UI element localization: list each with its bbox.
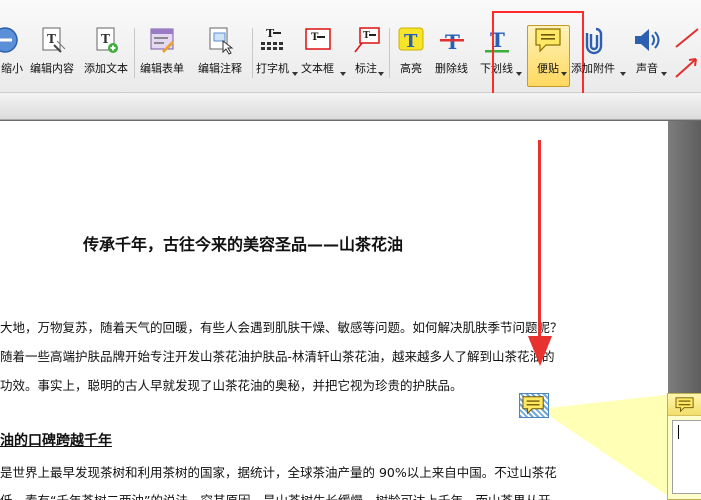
paragraph-line: 随着一些高端护肤品牌开始专注开发山茶花油护肤品-林清轩山茶花油，越来越多人了解到… — [0, 349, 555, 364]
typewriter-label: 打字机 — [256, 62, 289, 75]
sound-dropdown-icon[interactable] — [661, 72, 667, 76]
callout-label: 标注 — [355, 62, 377, 75]
toolbar-separator — [134, 28, 135, 78]
callout-dropdown-icon[interactable] — [378, 72, 384, 76]
paragraph-line: 大地，万物复苏，随着天气的回暖，有些人会遇到肌肤干燥、敏感等问题。如何解决肌肤季… — [0, 320, 563, 335]
sound-button[interactable]: 声音 — [632, 25, 662, 77]
text-box-icon: T — [304, 28, 331, 50]
sticky-note-connector-beam — [548, 394, 674, 500]
edit-annotation-icon — [209, 27, 234, 55]
edit-content-icon: T — [42, 27, 66, 53]
edit-annotation-label: 编辑注释 — [198, 62, 242, 75]
zoom-out-button[interactable]: 缩小 — [0, 25, 23, 77]
add-text-label: 添加文本 — [84, 62, 128, 75]
section-heading: 油的口碑跨越千年 — [0, 433, 112, 449]
strikethrough-icon: T — [439, 30, 464, 54]
highlight-label: 高亮 — [400, 62, 422, 75]
edit-content-button[interactable]: T 编辑内容 — [30, 25, 74, 77]
line-tool-icon[interactable] — [672, 25, 701, 85]
add-text-icon: T — [96, 27, 118, 53]
sticky-note-popup[interactable] — [667, 393, 701, 500]
sticky-note-popup-header[interactable] — [668, 394, 701, 416]
typewriter-icon: T — [260, 27, 283, 50]
toolbar: 缩小 T 编辑内容 T 添加文本 编辑表单 编辑注释 T 打字机 T 文本框 T… — [0, 0, 701, 111]
sticky-note-icon — [522, 396, 544, 415]
callout-button[interactable]: T 标注 — [351, 25, 381, 77]
text-box-button[interactable]: T 文本框 — [301, 25, 334, 77]
sound-icon — [635, 29, 660, 51]
toolbar-separator — [252, 28, 253, 78]
text-box-label: 文本框 — [301, 62, 334, 75]
text-cursor — [678, 425, 679, 439]
text-box-dropdown-icon[interactable] — [340, 72, 346, 76]
add-text-button[interactable]: T 添加文本 — [84, 25, 128, 77]
svg-text:T: T — [363, 31, 370, 41]
red-arrow-annotation — [528, 140, 552, 366]
strikethrough-button[interactable]: T 删除线 — [435, 25, 468, 77]
attachment-icon — [585, 27, 603, 55]
svg-text:T: T — [47, 32, 56, 46]
edit-form-icon — [150, 28, 174, 53]
svg-text:T: T — [101, 32, 110, 46]
typewriter-button[interactable]: T 打字机 — [256, 25, 289, 77]
sticky-note-icon — [675, 397, 694, 413]
callout-icon: T — [354, 27, 380, 53]
typewriter-dropdown-icon[interactable] — [292, 72, 298, 76]
edit-annotation-button[interactable]: 编辑注释 — [198, 25, 242, 77]
strikethrough-label: 删除线 — [435, 62, 468, 75]
svg-text:T: T — [404, 31, 418, 52]
edit-content-label: 编辑内容 — [30, 62, 74, 75]
attachment-label: 添加附件 — [571, 62, 615, 75]
svg-text:T: T — [445, 30, 460, 54]
edit-form-button[interactable]: 编辑表单 — [140, 25, 184, 77]
paragraph-line: 功效。事实上，聪明的古人早就发现了山茶花油的奥秘，并把它视为珍贵的护肤品。 — [0, 378, 463, 393]
zoom-out-icon — [0, 27, 18, 53]
toolbar-separator — [389, 28, 390, 78]
paragraph-line: 是世界上最早发现茶树和利用茶树的国家，据统计，全球茶油产量的 90%以上来自中国… — [0, 465, 557, 480]
attachment-dropdown-icon[interactable] — [620, 72, 626, 76]
highlight-button[interactable]: T 高亮 — [396, 25, 426, 77]
edit-form-label: 编辑表单 — [140, 62, 184, 75]
sticky-note-marker[interactable] — [519, 393, 549, 418]
sound-label: 声音 — [636, 62, 658, 75]
highlight-icon: T — [398, 27, 424, 52]
attachment-button[interactable]: 添加附件 — [571, 25, 615, 77]
toolbar-bottom-strip — [0, 93, 701, 120]
paragraph-line: 低，素有“千年茶树二两油”的说法，究其原因，是山茶树生长缓慢，树龄可达上千年，而… — [0, 490, 550, 500]
sticky-note-text-input[interactable] — [672, 420, 701, 494]
document-title: 传承千年，古往今来的美容圣品——山茶花油 — [83, 235, 404, 254]
zoom-out-label: 缩小 — [1, 62, 23, 75]
